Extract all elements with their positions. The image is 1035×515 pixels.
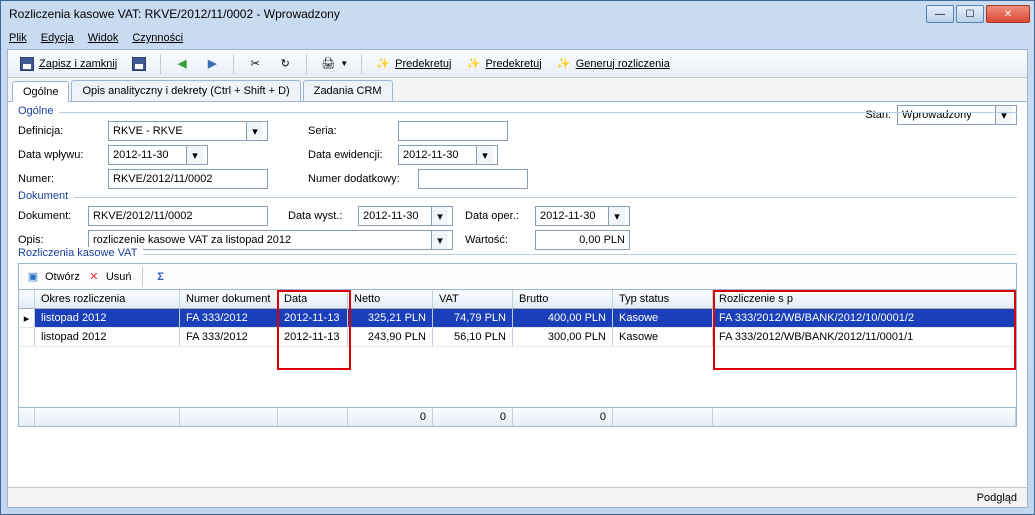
- toolbar: Zapisz i zamknij ◀ ▶ ✂ ↻ 🖨▼ ✨ Predekretu…: [8, 50, 1027, 78]
- save-button[interactable]: [126, 53, 152, 75]
- seria-input[interactable]: [398, 121, 508, 141]
- numer-dod-input[interactable]: [418, 169, 528, 189]
- wand-icon: ✨: [375, 56, 391, 72]
- dokum-input[interactable]: [88, 206, 268, 226]
- menu-plik[interactable]: Plik: [9, 32, 27, 44]
- legend-ogolne: Ogólne: [18, 105, 59, 117]
- definicja-label: Definicja:: [18, 125, 108, 137]
- col-data[interactable]: Data: [278, 290, 348, 308]
- generuj-button[interactable]: ✨ Generuj rozliczenia: [551, 53, 675, 75]
- menu-edycja[interactable]: Edycja: [41, 32, 74, 44]
- numer-label: Numer:: [18, 173, 108, 185]
- tab-opis[interactable]: Opis analityczny i dekrety (Ctrl + Shift…: [71, 80, 300, 101]
- tools-icon: ✂: [247, 56, 263, 72]
- tab-crm[interactable]: Zadania CRM: [303, 80, 393, 101]
- data-wplywu-input[interactable]: 2012-11-30▾: [108, 145, 208, 165]
- dokum-label: Dokument:: [18, 210, 88, 222]
- col-okres[interactable]: Okres rozliczenia: [35, 290, 180, 308]
- maximize-button[interactable]: ☐: [956, 5, 984, 23]
- tabstrip: Ogólne Opis analityczny i dekrety (Ctrl …: [8, 78, 1027, 102]
- grid-open-button[interactable]: ▣ Otwórz: [25, 269, 80, 285]
- sigma-icon: Σ: [153, 269, 169, 285]
- col-vat[interactable]: VAT: [433, 290, 513, 308]
- open-icon: ▣: [25, 269, 41, 285]
- data-ewid-label: Data ewidencji:: [308, 149, 398, 161]
- grid-sum-button[interactable]: Σ: [153, 269, 169, 285]
- grid: Okres rozliczenia Numer dokument Data Ne…: [18, 289, 1017, 427]
- nav-back-button[interactable]: ◀: [169, 53, 195, 75]
- disk-icon: [131, 56, 147, 72]
- data-oper-input[interactable]: 2012-11-30▾: [535, 206, 630, 226]
- arrow-left-icon: ◀: [174, 56, 190, 72]
- menu-czynnosci[interactable]: Czynności: [132, 32, 183, 44]
- statusbar: Podgląd: [8, 487, 1027, 507]
- menubar: Plik Edycja Widok Czynności: [1, 27, 1034, 49]
- minimize-button[interactable]: —: [926, 5, 954, 23]
- titlebar: Rozliczenia kasowe VAT: RKVE/2012/11/000…: [1, 1, 1034, 27]
- window-title: Rozliczenia kasowe VAT: RKVE/2012/11/000…: [5, 7, 924, 21]
- arrow-right-icon: ▶: [204, 56, 220, 72]
- fieldset-ogolne: Ogólne Definicja: RKVE - RKVE▾ Data wpły…: [18, 112, 1017, 193]
- data-oper-label: Data oper.:: [465, 210, 535, 222]
- wand-icon: ✨: [465, 56, 481, 72]
- legend-rozliczenia: Rozliczenia kasowe VAT: [18, 247, 143, 259]
- grid-header: Okres rozliczenia Numer dokument Data Ne…: [19, 290, 1016, 309]
- refresh-button[interactable]: ↻: [272, 53, 298, 75]
- col-rozl[interactable]: Rozliczenie s p: [713, 290, 1016, 308]
- predekretuj2-button[interactable]: ✨ Predekretuj: [460, 53, 546, 75]
- predekretuj1-button[interactable]: ✨ Predekretuj: [370, 53, 456, 75]
- tab-panel-ogolne: Stan: Wprowadzony▾ Ogólne Definicja: RKV…: [8, 102, 1027, 433]
- app-window: Rozliczenia kasowe VAT: RKVE/2012/11/000…: [0, 0, 1035, 515]
- numer-dod-label: Numer dodatkowy:: [308, 173, 418, 185]
- print-button[interactable]: 🖨▼: [315, 53, 353, 75]
- col-netto[interactable]: Netto: [348, 290, 433, 308]
- grid-sum-row: 0 0 0: [19, 407, 1016, 426]
- save-icon: [19, 56, 35, 72]
- wartosc-input[interactable]: [535, 230, 630, 250]
- save-close-button[interactable]: Zapisz i zamknij: [14, 53, 122, 75]
- fieldset-rozliczenia: Rozliczenia kasowe VAT ▣ Otwórz ✕ Usuń Σ: [18, 254, 1017, 427]
- table-row[interactable]: listopad 2012 FA 333/2012 2012-11-13 243…: [19, 328, 1016, 347]
- nav-forward-button[interactable]: ▶: [199, 53, 225, 75]
- fieldset-dokument: Dokument Dokument: Data wyst.: 2012-11-3…: [18, 197, 1017, 250]
- data-wyst-input[interactable]: 2012-11-30▾: [358, 206, 453, 226]
- close-button[interactable]: ✕: [986, 5, 1030, 23]
- status-podglad[interactable]: Podgląd: [977, 492, 1017, 504]
- client-area: Zapisz i zamknij ◀ ▶ ✂ ↻ 🖨▼ ✨ Predekretu…: [7, 49, 1028, 508]
- grid-toolbar: ▣ Otwórz ✕ Usuń Σ: [18, 263, 1017, 289]
- delete-icon: ✕: [86, 269, 102, 285]
- tools-button[interactable]: ✂: [242, 53, 268, 75]
- seria-label: Seria:: [308, 125, 398, 137]
- wartosc-label: Wartość:: [465, 234, 535, 246]
- printer-icon: 🖨: [320, 56, 336, 72]
- data-ewid-input[interactable]: 2012-11-30▾: [398, 145, 498, 165]
- refresh-icon: ↻: [277, 56, 293, 72]
- legend-dokument: Dokument: [18, 190, 74, 202]
- col-numer[interactable]: Numer dokument: [180, 290, 278, 308]
- numer-input[interactable]: [108, 169, 268, 189]
- menu-widok[interactable]: Widok: [88, 32, 119, 44]
- wand-icon: ✨: [556, 56, 572, 72]
- col-typ[interactable]: Typ status: [613, 290, 713, 308]
- window-buttons: — ☐ ✕: [924, 5, 1030, 23]
- definicja-combo[interactable]: RKVE - RKVE▾: [108, 121, 268, 141]
- opis-label: Opis:: [18, 234, 88, 246]
- col-brutto[interactable]: Brutto: [513, 290, 613, 308]
- grid-delete-button[interactable]: ✕ Usuń: [86, 269, 132, 285]
- tab-ogolne[interactable]: Ogólne: [12, 81, 69, 102]
- data-wplywu-label: Data wpływu:: [18, 149, 108, 161]
- data-wyst-label: Data wyst.:: [288, 210, 358, 222]
- table-row[interactable]: ▸ listopad 2012 FA 333/2012 2012-11-13 3…: [19, 309, 1016, 328]
